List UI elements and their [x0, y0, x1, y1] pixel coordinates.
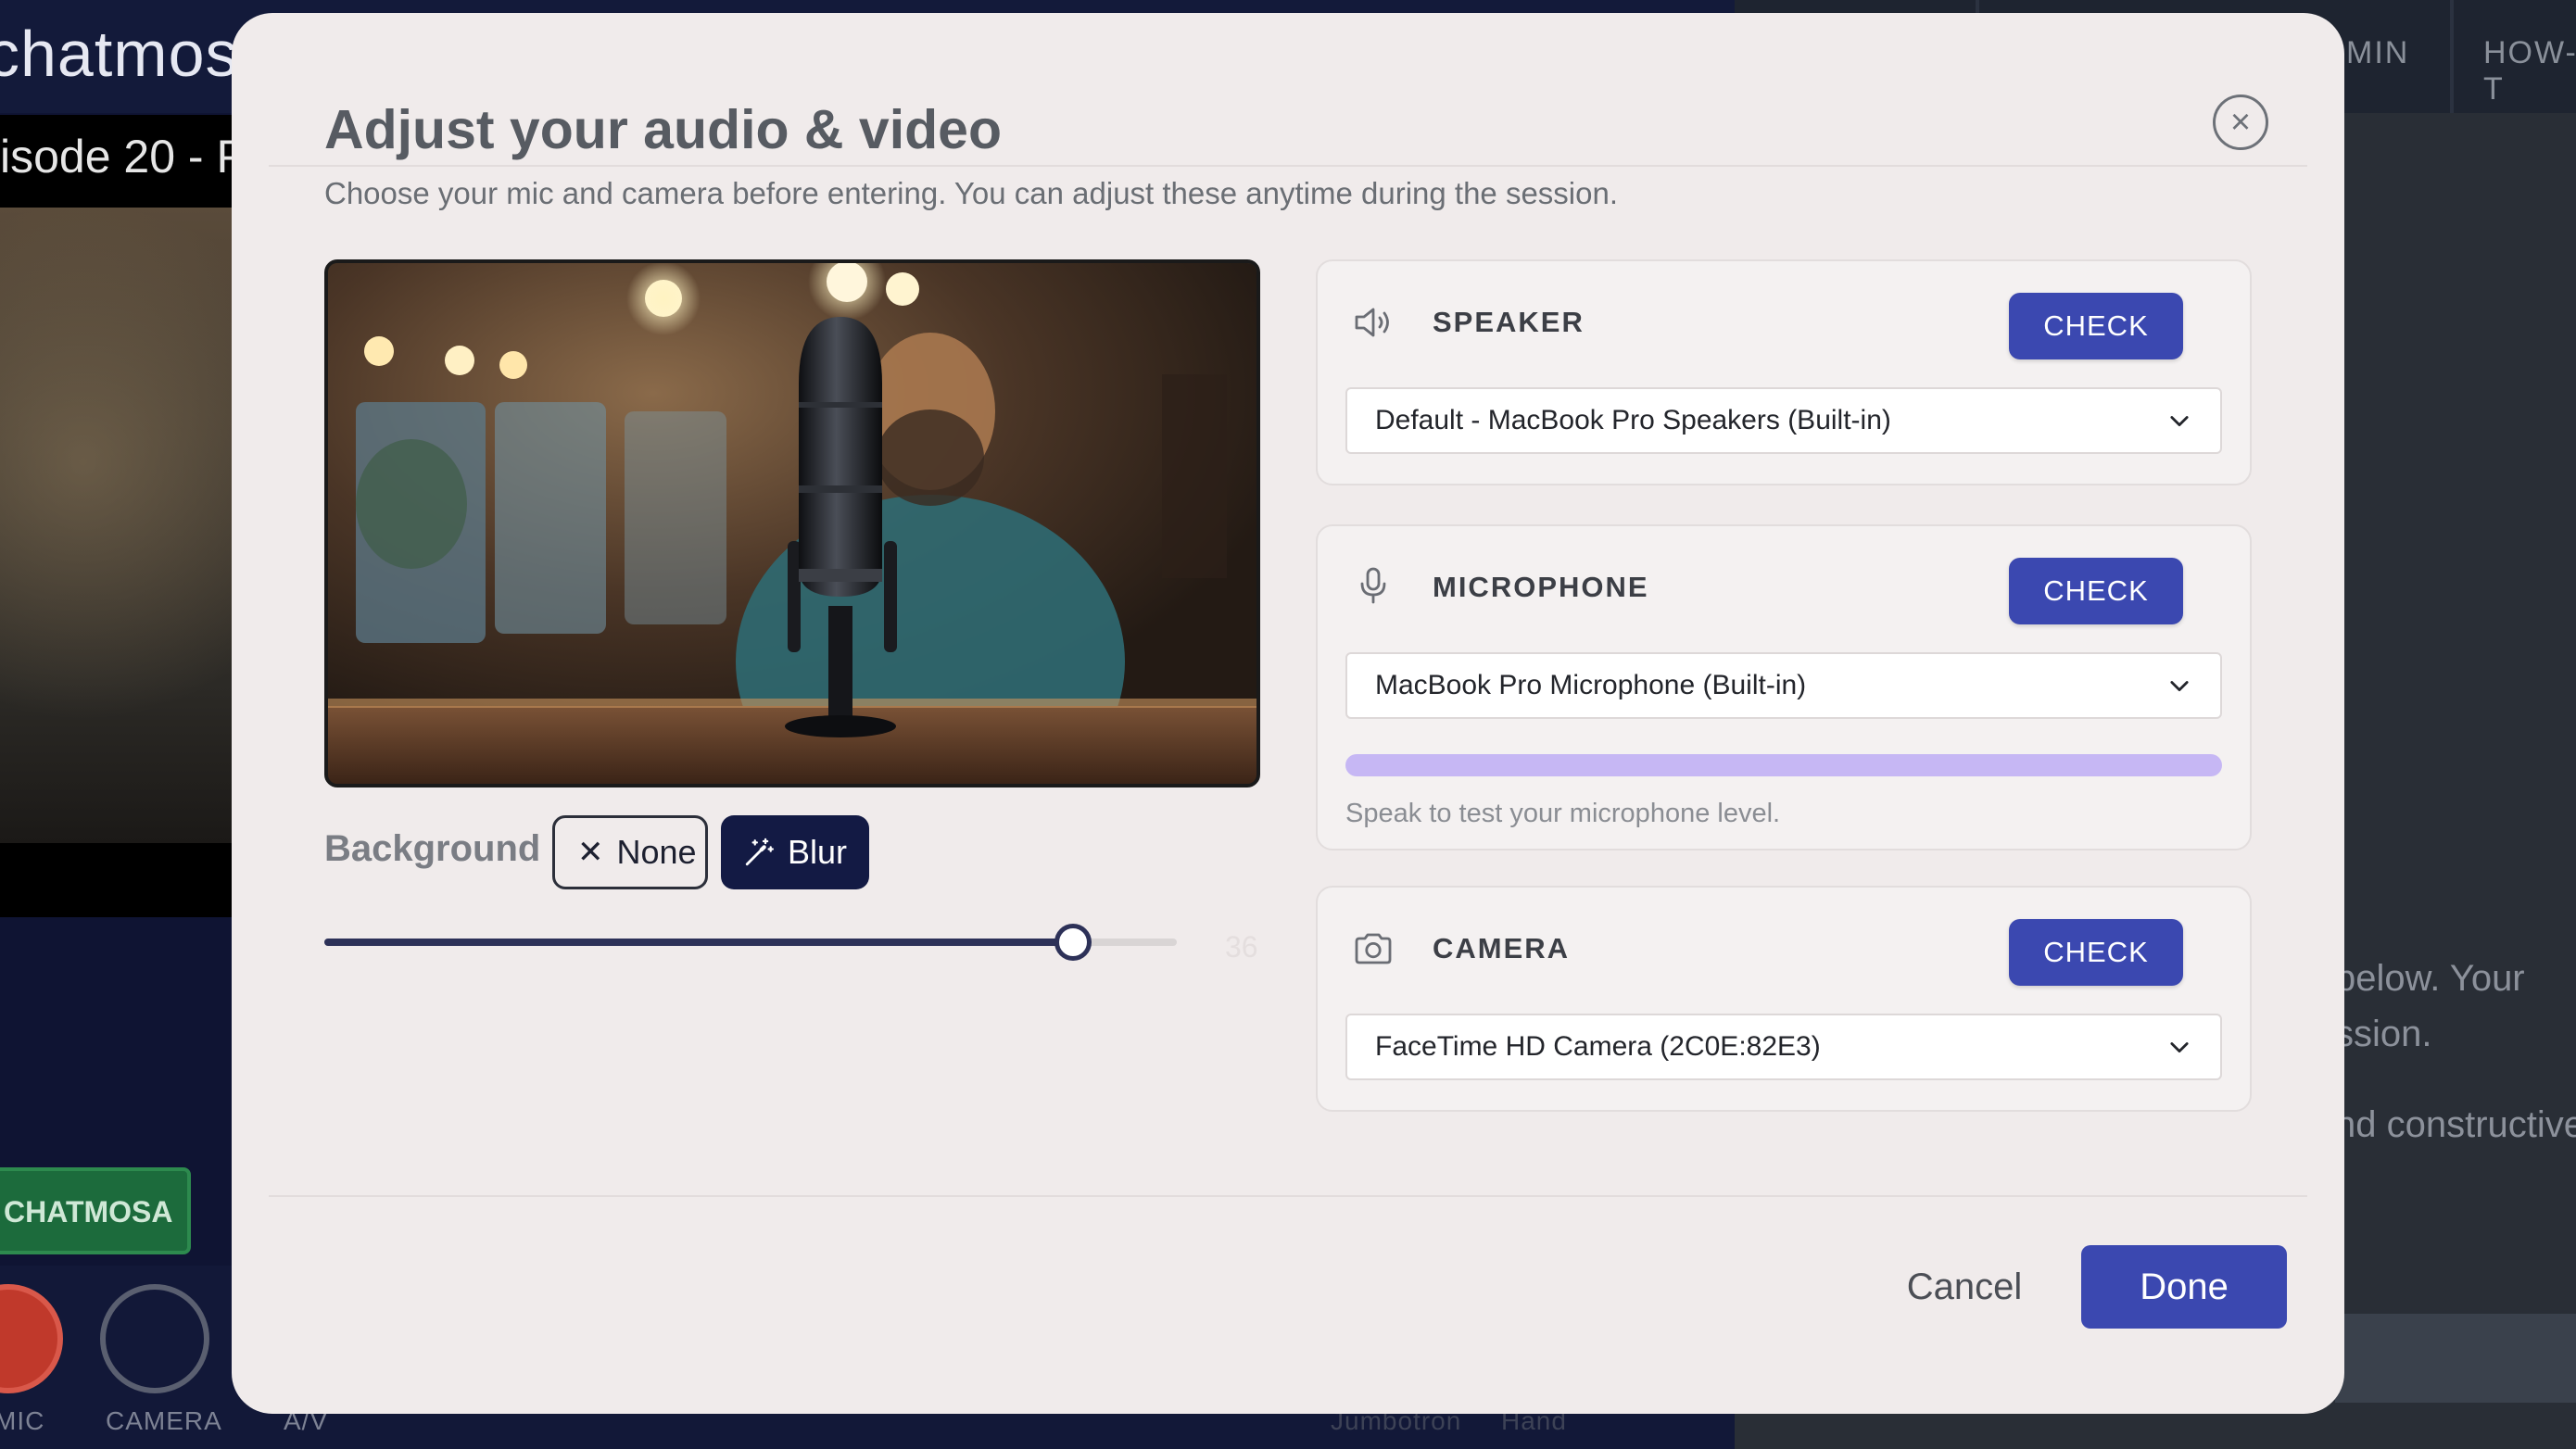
microphone-icon: [1360, 567, 1386, 604]
camera-select-value: FaceTime HD Camera (2C0E:82E3): [1375, 1031, 1821, 1062]
header-divider: [269, 165, 2307, 167]
camera-select[interactable]: FaceTime HD Camera (2C0E:82E3): [1345, 1014, 2222, 1080]
right-panel-input[interactable]: [2335, 1314, 2576, 1403]
camera-check-button[interactable]: CHECK: [2009, 919, 2183, 986]
speaker-select[interactable]: Default - MacBook Pro Speakers (Built-in…: [1345, 387, 2222, 454]
nav-tab-admin[interactable]: MIN: [2346, 35, 2409, 71]
camera-icon: [1355, 933, 1392, 964]
camera-label: CAMERA: [106, 1406, 222, 1435]
speaker-icon: [1355, 308, 1389, 337]
blur-level-slider[interactable]: [324, 924, 1177, 961]
microphone-card: MICROPHONE CHECK MacBook Pro Microphone …: [1316, 524, 2252, 850]
footer-divider: [269, 1195, 2307, 1197]
magic-wand-icon: [745, 838, 774, 866]
camera-toggle-button[interactable]: [100, 1284, 209, 1393]
close-icon: ×: [2229, 102, 2252, 142]
x-icon: ✕: [577, 835, 604, 870]
modal-title: Adjust your audio & video: [324, 99, 1002, 160]
chevron-down-icon: [2170, 1042, 2189, 1053]
close-button[interactable]: ×: [2213, 94, 2268, 150]
slider-fill: [324, 939, 1073, 946]
microphone-select[interactable]: MacBook Pro Microphone (Built-in): [1345, 652, 2222, 719]
background-none-label: None: [616, 833, 697, 871]
speaker-title: SPEAKER: [1433, 306, 1585, 338]
done-button[interactable]: Done: [2081, 1245, 2287, 1329]
speaker-check-button[interactable]: CHECK: [2009, 293, 2183, 359]
modal-subtitle: Choose your mic and camera before enteri…: [324, 176, 1619, 210]
chevron-down-icon: [2170, 681, 2189, 692]
nav-separator: [2450, 0, 2454, 113]
chevron-down-icon: [2170, 416, 2189, 427]
mic-label: MIC: [0, 1406, 45, 1435]
speaker-select-value: Default - MacBook Pro Speakers (Built-in…: [1375, 405, 1891, 435]
chatmosa-button[interactable]: CHATMOSA: [0, 1167, 191, 1254]
background-none-button[interactable]: ✕ None: [552, 815, 708, 889]
right-panel-text-line: nd constructive: [2335, 1104, 2576, 1145]
microphone-level-bar: [1345, 754, 2222, 776]
microphone-title: MICROPHONE: [1433, 571, 1649, 603]
microphone-select-value: MacBook Pro Microphone (Built-in): [1375, 670, 1807, 700]
cancel-button[interactable]: Cancel: [1900, 1245, 2029, 1329]
microphone-hint: Speak to test your microphone level.: [1345, 799, 1781, 828]
blur-level-value: 36: [1225, 930, 1258, 964]
right-panel-text-line: below. Your: [2335, 958, 2525, 999]
background-blur-button[interactable]: Blur: [721, 815, 869, 889]
camera-preview: [324, 259, 1260, 788]
nav-tab-how-to[interactable]: HOW-T: [2483, 35, 2576, 107]
microphone-check-button[interactable]: CHECK: [2009, 558, 2183, 624]
background-label: Background: [324, 828, 541, 869]
av-settings-modal: Adjust your audio & video × Choose your …: [232, 13, 2344, 1414]
right-panel-text-line: ssion.: [2335, 1014, 2432, 1054]
camera-preview-image: [328, 263, 1256, 784]
speaker-card: SPEAKER CHECK Default - MacBook Pro Spea…: [1316, 259, 2252, 485]
background-blur-label: Blur: [787, 833, 847, 871]
camera-title: CAMERA: [1433, 932, 1571, 964]
slider-thumb[interactable]: [1054, 924, 1092, 961]
camera-card: CAMERA CHECK FaceTime HD Camera (2C0E:82…: [1316, 886, 2252, 1112]
